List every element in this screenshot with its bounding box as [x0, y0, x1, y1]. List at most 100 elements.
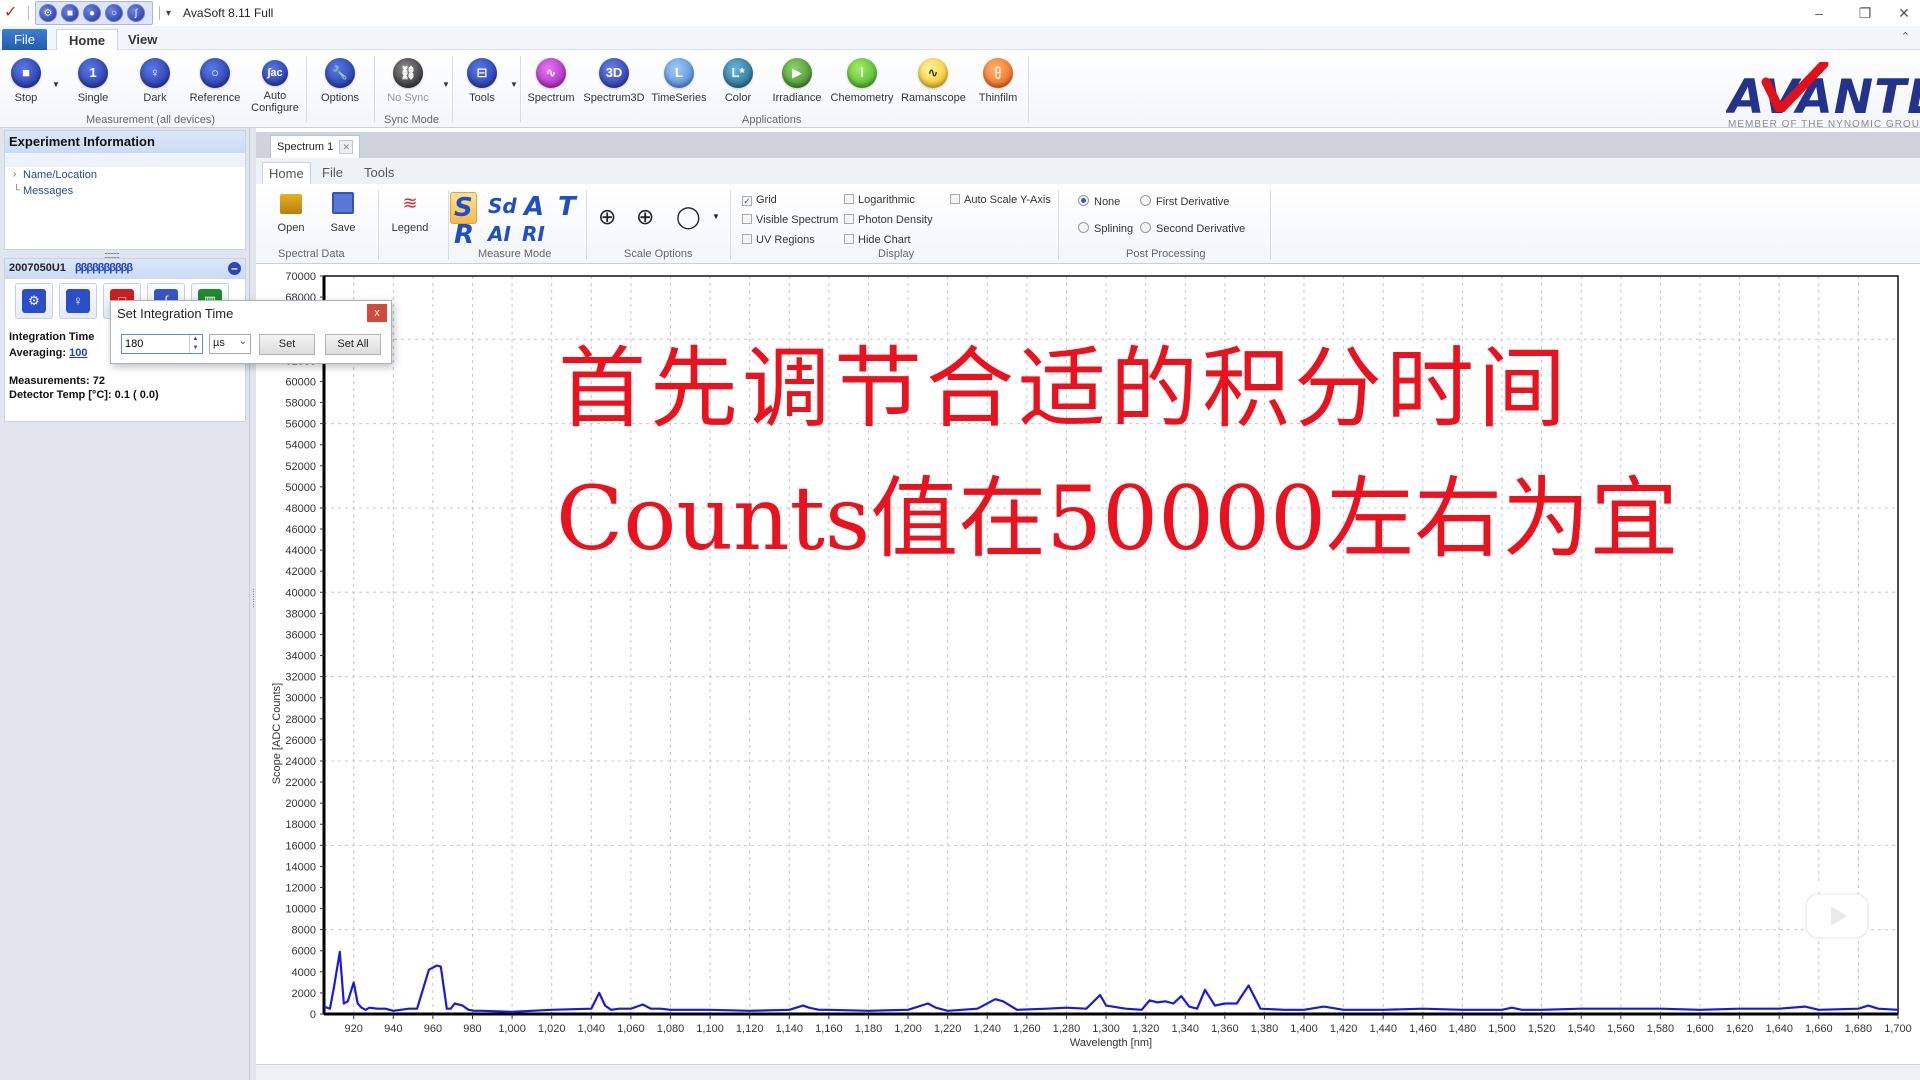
qat-stop-icon[interactable]: ■ [61, 4, 79, 22]
zoom-all-icon[interactable]: ⊕ [636, 204, 654, 230]
subtab-tools[interactable]: Tools [358, 162, 400, 184]
no-sync-button[interactable]: ⛓ No Sync [376, 58, 440, 104]
hide-chart-checkbox[interactable]: Hide Chart [844, 234, 911, 246]
mode-absorbance-button[interactable]: A [524, 192, 544, 222]
set-integration-time-dialog: Set Integration Time x ▲▼ µs ⌄ Set Set Al… [110, 300, 392, 364]
mode-abs-irradiance-button[interactable]: AI [488, 222, 511, 246]
collapse-device-icon[interactable]: – [228, 262, 241, 275]
spectrum3d-label: Spectrum3D [583, 92, 645, 104]
logarithmic-checkbox[interactable]: Logarithmic [844, 194, 915, 206]
stop-dropdown-icon[interactable]: ▼ [52, 80, 60, 89]
app-ramanscope-button[interactable]: ∿ Ramanscope [901, 58, 966, 104]
grid-checkbox[interactable]: ✓ Grid [742, 194, 777, 206]
x-tick-label: 1,140 [776, 1023, 804, 1035]
integration-time-spinner[interactable]: ▲ ▼ [189, 335, 201, 353]
y-tick-label: 10000 [285, 904, 316, 916]
qat-customize-icon[interactable]: ▾ [166, 8, 171, 19]
tab-file[interactable]: File [2, 29, 47, 50]
irradiance-play-icon: ▶ [782, 58, 812, 88]
subtab-home[interactable]: Home [262, 162, 311, 184]
tree-item-name-location[interactable]: › Name/Location [5, 167, 245, 183]
tab-home[interactable]: Home [56, 29, 119, 50]
qat-settings-icon[interactable]: ⚙ [39, 4, 57, 22]
photon-density-checkbox[interactable]: Photon Density [844, 214, 933, 226]
dialog-close-button[interactable]: x [367, 304, 387, 322]
checkbox[interactable] [844, 214, 854, 224]
checkbox[interactable] [742, 214, 752, 224]
zoom-window-icon[interactable]: ◯ [676, 204, 701, 230]
save-button[interactable]: Save [318, 192, 368, 234]
app-timeseries-button[interactable]: L TimeSeries [647, 58, 711, 104]
app-color-button[interactable]: L* Color [706, 58, 770, 104]
close-tab-icon[interactable]: ✕ [339, 140, 354, 154]
reference-button[interactable]: ○ Reference [183, 58, 247, 104]
time-unit-value: µs [213, 337, 225, 349]
auto-configure-button[interactable]: ∫ac Auto Configure [243, 60, 307, 114]
tree-item-messages[interactable]: └ Messages [5, 183, 245, 199]
uv-regions-checkbox[interactable]: UV Regions [742, 234, 815, 246]
checkbox[interactable] [742, 234, 752, 244]
tab-spectrum-1[interactable]: Spectrum 1 ✕ [270, 135, 361, 159]
mode-rel-irradiance-button[interactable]: RI [522, 222, 545, 246]
dark-button[interactable]: ♀ Dark [123, 58, 187, 104]
app-chemometry-button[interactable]: ǀ Chemometry [830, 58, 894, 104]
close-window-button[interactable]: ✕ [1888, 0, 1920, 26]
app-irradiance-button[interactable]: ▶ Irradiance [765, 58, 829, 104]
checkbox[interactable] [950, 194, 960, 204]
x-tick-label: 1,240 [973, 1023, 1001, 1035]
tab-view[interactable]: View [116, 29, 169, 50]
restore-button[interactable]: ❐ [1842, 0, 1888, 26]
sync-dropdown-icon[interactable]: ▼ [442, 80, 450, 89]
expand-icon[interactable]: › [13, 167, 16, 183]
radio-selected[interactable] [1078, 195, 1089, 206]
options-button[interactable]: 🔧 Options [308, 58, 372, 104]
visible-spectrum-checkbox[interactable]: Visible Spectrum [742, 214, 838, 226]
collapse-ribbon-icon[interactable]: ⌃ [1901, 30, 1910, 43]
mode-transmittance-button[interactable]: T [558, 192, 576, 222]
checkbox[interactable] [844, 234, 854, 244]
qat-reference-icon[interactable]: ○ [105, 4, 123, 22]
minimize-button[interactable]: – [1796, 0, 1842, 26]
app-logo-icon: ✓ [4, 4, 18, 21]
divider [374, 56, 375, 122]
checkbox-checked[interactable]: ✓ [742, 196, 752, 206]
group-label-spectral-data: Spectral Data [278, 248, 345, 260]
post-splining-radio[interactable]: Splining [1078, 222, 1133, 235]
checkbox[interactable] [844, 194, 854, 204]
radio[interactable] [1140, 222, 1151, 233]
auto-scale-y-checkbox[interactable]: Auto Scale Y-Axis [950, 194, 1051, 206]
set-button[interactable]: Set [259, 334, 315, 355]
qat-autoconfigure-icon[interactable]: ∫ [127, 4, 145, 22]
app-thinfilm-button[interactable]: ⩉ Thinfilm [966, 58, 1030, 104]
open-button[interactable]: Open [266, 192, 316, 234]
stop-button[interactable]: ■ Stop [0, 58, 58, 104]
legend-button[interactable]: ≋ Legend [380, 192, 440, 234]
device-status-bits: ββββββββββ [74, 262, 133, 274]
device-dark-button[interactable]: ♀ [59, 283, 97, 319]
zoom-vertical-icon[interactable]: ⊕ [598, 204, 616, 230]
mode-reflectance-button[interactable]: R [454, 220, 474, 250]
post-none-radio[interactable]: None [1078, 195, 1120, 208]
thinfilm-icon: ⩉ [983, 58, 1013, 88]
app-spectrum-button[interactable]: ∿ Spectrum [519, 58, 583, 104]
app-spectrum3d-button[interactable]: 3D Spectrum3D [582, 58, 646, 104]
radio[interactable] [1140, 195, 1151, 206]
device-settings-button[interactable]: ⚙ [15, 283, 53, 319]
radio[interactable] [1078, 222, 1089, 233]
tools-button[interactable]: ⊟ Tools [450, 58, 514, 104]
qat-dark-icon[interactable]: ● [83, 4, 101, 22]
x-tick-label: 1,640 [1765, 1023, 1793, 1035]
set-all-button[interactable]: Set All [325, 334, 381, 355]
averaging-value-link[interactable]: 100 [69, 347, 87, 359]
scale-dropdown-icon[interactable]: ▼ [712, 212, 720, 221]
time-unit-select[interactable]: µs ⌄ [209, 334, 251, 354]
y-tick-label: 58000 [285, 398, 316, 410]
avantes-logo: AVANTES MEMBER OF THE NYNOMIC GROUP [1726, 56, 1920, 128]
subtab-file[interactable]: File [316, 162, 349, 184]
post-first-derivative-radio[interactable]: First Derivative [1140, 195, 1229, 208]
tools-dropdown-icon[interactable]: ▼ [510, 80, 518, 89]
single-button[interactable]: 1 Single [61, 58, 125, 104]
x-tick-label: 1,420 [1330, 1023, 1358, 1035]
mode-scope-dark-button[interactable]: Sd [488, 194, 517, 218]
post-second-derivative-radio[interactable]: Second Derivative [1140, 222, 1245, 235]
